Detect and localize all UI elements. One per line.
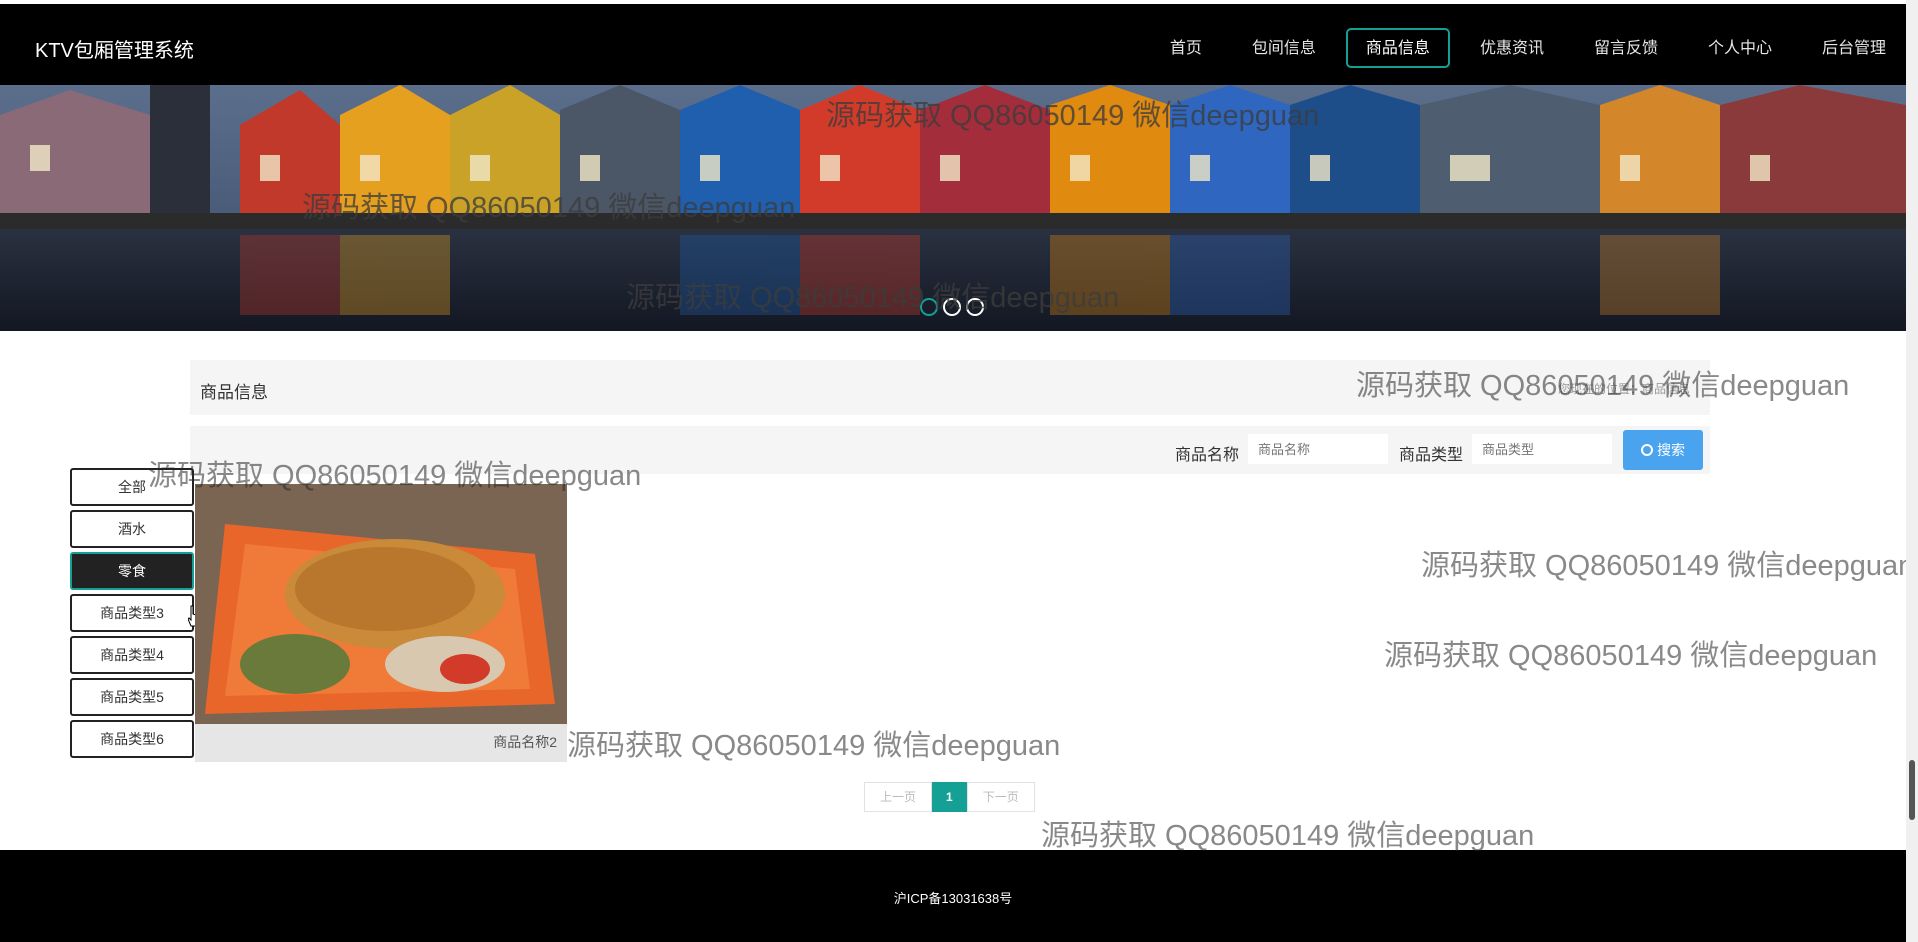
- product-type-input[interactable]: [1472, 434, 1612, 464]
- carousel-dot[interactable]: [943, 298, 961, 316]
- pagination: 上一页 1 下一页: [864, 782, 1035, 812]
- product-card[interactable]: 商品名称2: [195, 484, 567, 762]
- section-title: 商品信息: [200, 383, 268, 402]
- category-type3[interactable]: 商品类型3: [70, 594, 194, 632]
- category-snacks[interactable]: 零食: [70, 552, 194, 590]
- product-type-label: 商品类型: [1399, 447, 1464, 464]
- product-name-input[interactable]: [1248, 434, 1388, 464]
- search-icon: [1641, 444, 1653, 456]
- nav-item-profile[interactable]: 个人中心: [1688, 28, 1792, 68]
- section-header: 商品信息 您现在的位置：商品信息: [190, 360, 1710, 415]
- nav-item-feedback[interactable]: 留言反馈: [1574, 28, 1678, 68]
- watermark-text: 源码获取 QQ86050149 微信deepguan: [1384, 640, 1878, 672]
- category-type4[interactable]: 商品类型4: [70, 636, 194, 674]
- page-scrollbar[interactable]: [1906, 0, 1918, 942]
- nav-item-rooms[interactable]: 包间信息: [1232, 28, 1336, 68]
- category-type6[interactable]: 商品类型6: [70, 720, 194, 758]
- banner-carousel[interactable]: [0, 85, 1906, 331]
- product-name: 商品名称2: [493, 734, 557, 750]
- site-brand[interactable]: KTV包厢管理系统: [35, 34, 194, 63]
- watermark-text: 源码获取 QQ86050149 微信deepguan: [1041, 820, 1535, 852]
- scrollbar-thumb[interactable]: [1909, 760, 1915, 820]
- watermark-text: 源码获取 QQ86050149 微信deepguan: [567, 730, 1061, 762]
- search-bar: 商品名称 商品类型: [190, 426, 1710, 474]
- nav-item-promotions[interactable]: 优惠资讯: [1460, 28, 1564, 68]
- product-image: [195, 484, 567, 724]
- search-button[interactable]: 搜索: [1623, 430, 1703, 470]
- footer: 沪ICP备13031638号: [0, 850, 1906, 942]
- category-drinks[interactable]: 酒水: [70, 510, 194, 548]
- main-nav: 首页 包间信息 商品信息 优惠资讯 留言反馈 个人中心 后台管理: [1140, 28, 1906, 68]
- carousel-dot[interactable]: [920, 298, 938, 316]
- watermark-text: 源码获取 QQ86050149 微信deepguan: [1421, 550, 1906, 582]
- breadcrumb: 您现在的位置：商品信息: [1557, 382, 1690, 396]
- nav-item-products[interactable]: 商品信息: [1345, 28, 1450, 68]
- nav-item-admin[interactable]: 后台管理: [1802, 28, 1906, 68]
- page-number-current[interactable]: 1: [932, 782, 967, 812]
- icp-number: 沪ICP备13031638号: [893, 891, 1013, 906]
- category-all[interactable]: 全部: [70, 468, 194, 506]
- banner-image: [0, 85, 1906, 331]
- nav-item-home[interactable]: 首页: [1150, 28, 1222, 68]
- page: KTV包厢管理系统 首页 包间信息 商品信息 优惠资讯 留言反馈 个人中心 后台…: [0, 0, 1918, 942]
- product-name-label: 商品名称: [1175, 447, 1240, 464]
- top-navbar: KTV包厢管理系统 首页 包间信息 商品信息 优惠资讯 留言反馈 个人中心 后台…: [0, 4, 1906, 85]
- category-type5[interactable]: 商品类型5: [70, 678, 194, 716]
- search-button-label: 搜索: [1657, 442, 1685, 458]
- next-page-button[interactable]: 下一页: [966, 782, 1035, 812]
- prev-page-button[interactable]: 上一页: [864, 782, 933, 812]
- carousel-indicators: [920, 298, 984, 316]
- carousel-dot[interactable]: [966, 298, 984, 316]
